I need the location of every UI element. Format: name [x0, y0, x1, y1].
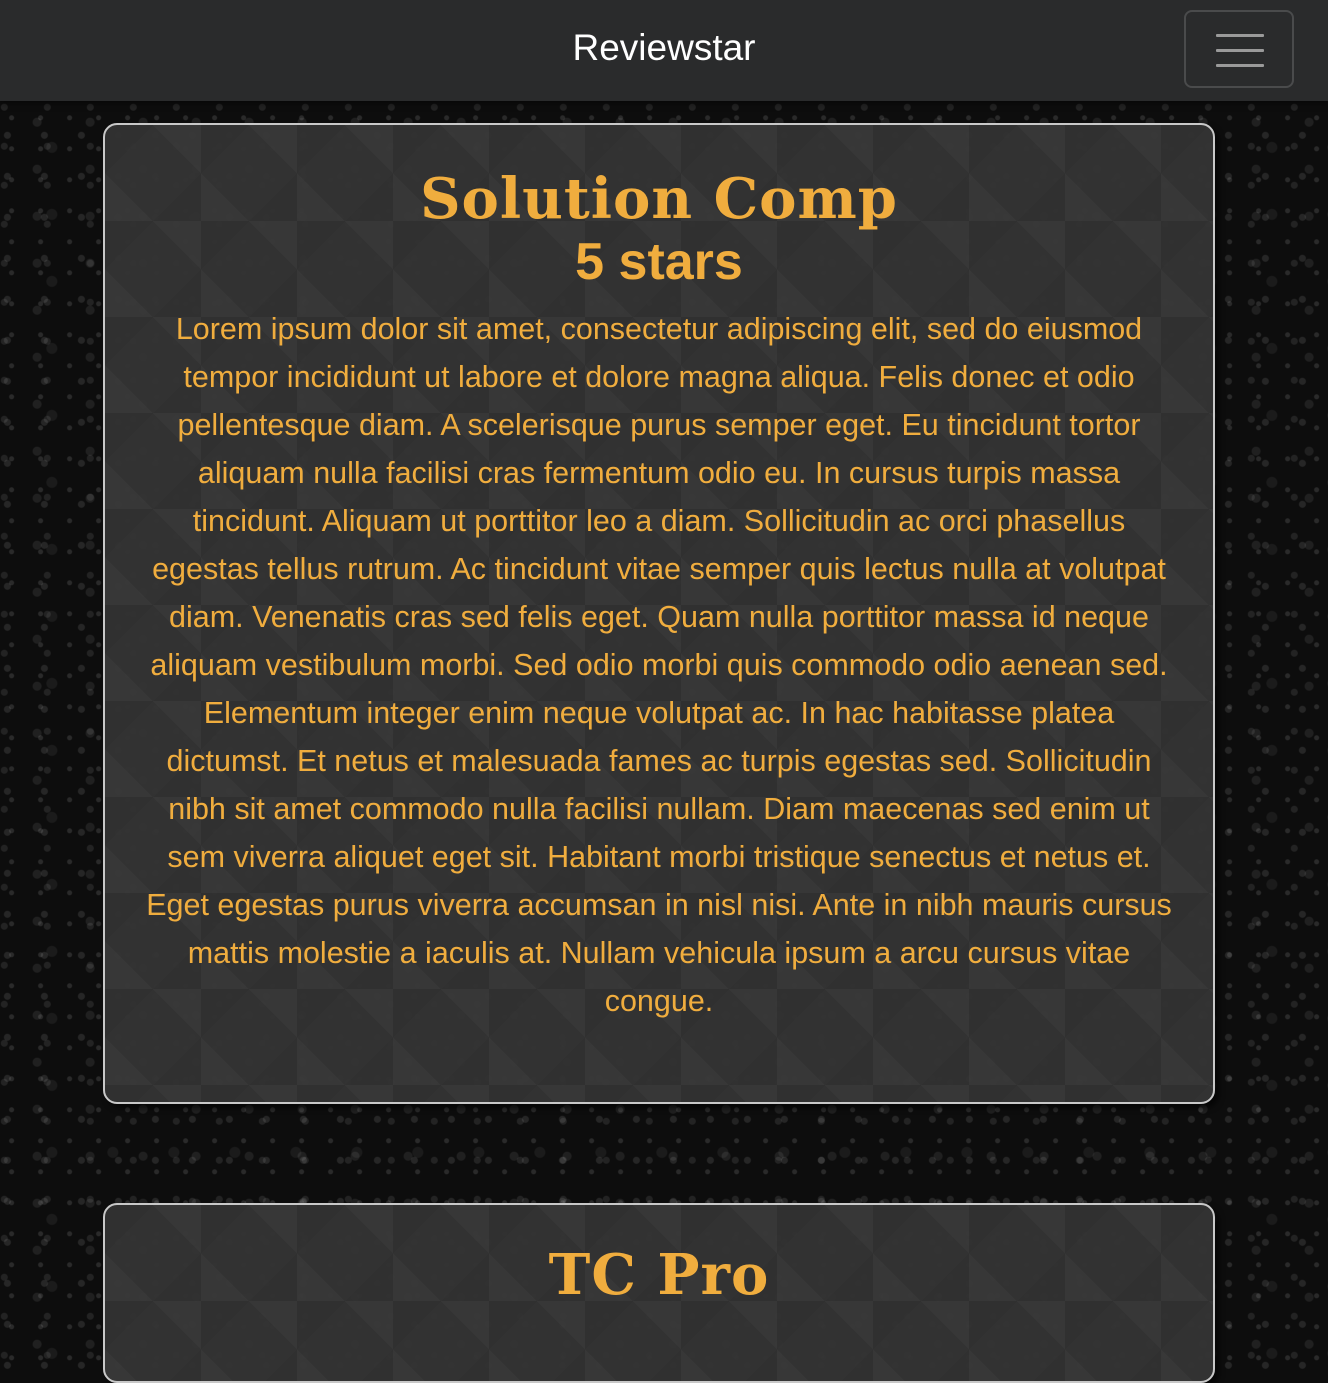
brand-title[interactable]: Reviewstar — [0, 26, 1328, 70]
navbar-toggle-button[interactable] — [1184, 10, 1294, 88]
review-text: Lorem ipsum dolor sit amet, consectetur … — [146, 312, 1172, 1018]
hamburger-menu-icon-bar — [1216, 49, 1264, 52]
review-card: Solution Comp 5 stars Lorem ipsum dolor … — [103, 123, 1215, 1104]
hamburger-menu-icon — [1216, 34, 1264, 37]
review-card: TC Pro — [103, 1203, 1215, 1383]
review-title: TC Pro — [548, 1242, 770, 1308]
top-navbar: Reviewstar — [0, 0, 1328, 101]
review-title: Solution Comp — [420, 166, 898, 232]
review-rating: 5 stars — [575, 233, 743, 291]
hamburger-menu-icon-bar — [1216, 64, 1264, 67]
